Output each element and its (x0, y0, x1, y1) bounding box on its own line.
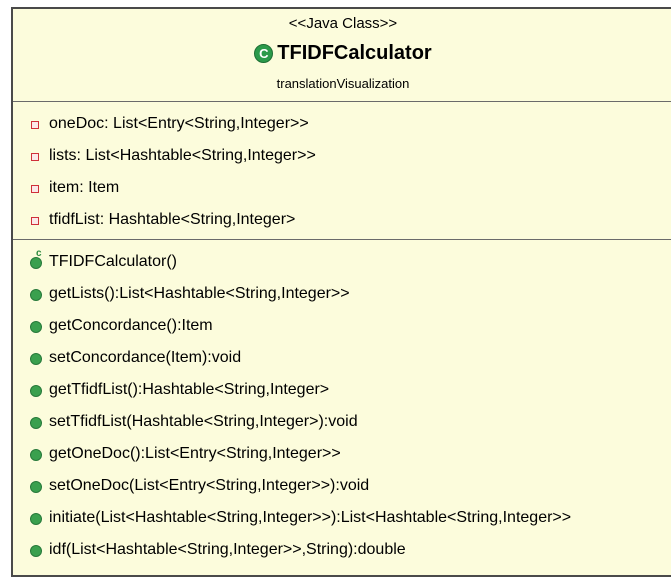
constructor-text: TFIDFCalculator() (49, 253, 178, 270)
attributes-compartment: oneDoc: List<Entry<String,Integer>> list… (13, 102, 671, 240)
public-method-icon (30, 481, 42, 493)
public-method-icon (30, 385, 42, 397)
operations-compartment: c TFIDFCalculator() getLists():List<Hash… (13, 240, 671, 566)
private-field-icon (31, 153, 39, 161)
attribute-row[interactable]: tfidfList: Hashtable<String,Integer> (13, 204, 671, 236)
attribute-row[interactable]: lists: List<Hashtable<String,Integer>> (13, 140, 671, 172)
class-c-icon: C (254, 44, 274, 63)
operation-row[interactable]: getOneDoc():List<Entry<String,Integer>> (13, 438, 671, 470)
public-method-icon (30, 321, 42, 333)
operation-row[interactable]: setTfidfList(Hashtable<String,Integer>):… (13, 406, 671, 438)
public-method-icon (30, 417, 42, 429)
public-method-icon (30, 353, 42, 365)
class-header: <<Java Class>> C TFIDFCalculator translat… (13, 9, 671, 102)
private-field-icon (31, 217, 39, 225)
operation-text: getLists():List<Hashtable<String,Integer… (49, 285, 350, 302)
constructor-row[interactable]: c TFIDFCalculator() (13, 246, 671, 278)
attribute-text: tfidfList: Hashtable<String,Integer> (49, 211, 296, 228)
operation-row[interactable]: getTfidfList():Hashtable<String,Integer> (13, 374, 671, 406)
operation-text: getConcordance():Item (49, 317, 213, 334)
operation-row[interactable]: initiate(List<Hashtable<String,Integer>>… (13, 502, 671, 534)
private-field-icon (31, 185, 39, 193)
private-field-icon (31, 121, 39, 129)
public-method-icon (30, 289, 42, 301)
class-name: TFIDFCalculator (277, 42, 432, 64)
package-name: translationVisualization (276, 76, 410, 91)
attribute-text: oneDoc: List<Entry<String,Integer>> (49, 115, 309, 132)
operation-row[interactable]: idf(List<Hashtable<String,Integer>>,Stri… (13, 534, 671, 566)
operation-row[interactable]: setOneDoc(List<Entry<String,Integer>>):v… (13, 470, 671, 502)
operation-row[interactable]: getConcordance():Item (13, 310, 671, 342)
operation-text: setOneDoc(List<Entry<String,Integer>>):v… (49, 477, 370, 494)
attribute-row[interactable]: item: Item (13, 172, 671, 204)
attribute-row[interactable]: oneDoc: List<Entry<String,Integer>> (13, 108, 671, 140)
public-method-icon (30, 545, 42, 557)
constructor-marker: c (36, 248, 42, 259)
stereotype-label: <<Java Class>> (288, 15, 398, 32)
operation-text: initiate(List<Hashtable<String,Integer>>… (49, 509, 572, 526)
operation-text: getTfidfList():Hashtable<String,Integer> (49, 381, 330, 398)
attribute-text: item: Item (49, 179, 120, 196)
operation-text: setConcordance(Item):void (49, 349, 242, 366)
operation-text: getOneDoc():List<Entry<String,Integer>> (49, 445, 341, 462)
attribute-text: lists: List<Hashtable<String,Integer>> (49, 147, 316, 164)
operation-row[interactable]: getLists():List<Hashtable<String,Integer… (13, 278, 671, 310)
class-name-row: C TFIDFCalculator (13, 42, 671, 65)
operation-row[interactable]: setConcordance(Item):void (13, 342, 671, 374)
uml-class-box[interactable]: <<Java Class>> C TFIDFCalculator translat… (11, 7, 671, 577)
public-method-icon (30, 513, 42, 525)
public-method-icon (30, 449, 42, 461)
operation-text: idf(List<Hashtable<String,Integer>>,Stri… (49, 541, 406, 558)
operation-text: setTfidfList(Hashtable<String,Integer>):… (49, 413, 358, 430)
